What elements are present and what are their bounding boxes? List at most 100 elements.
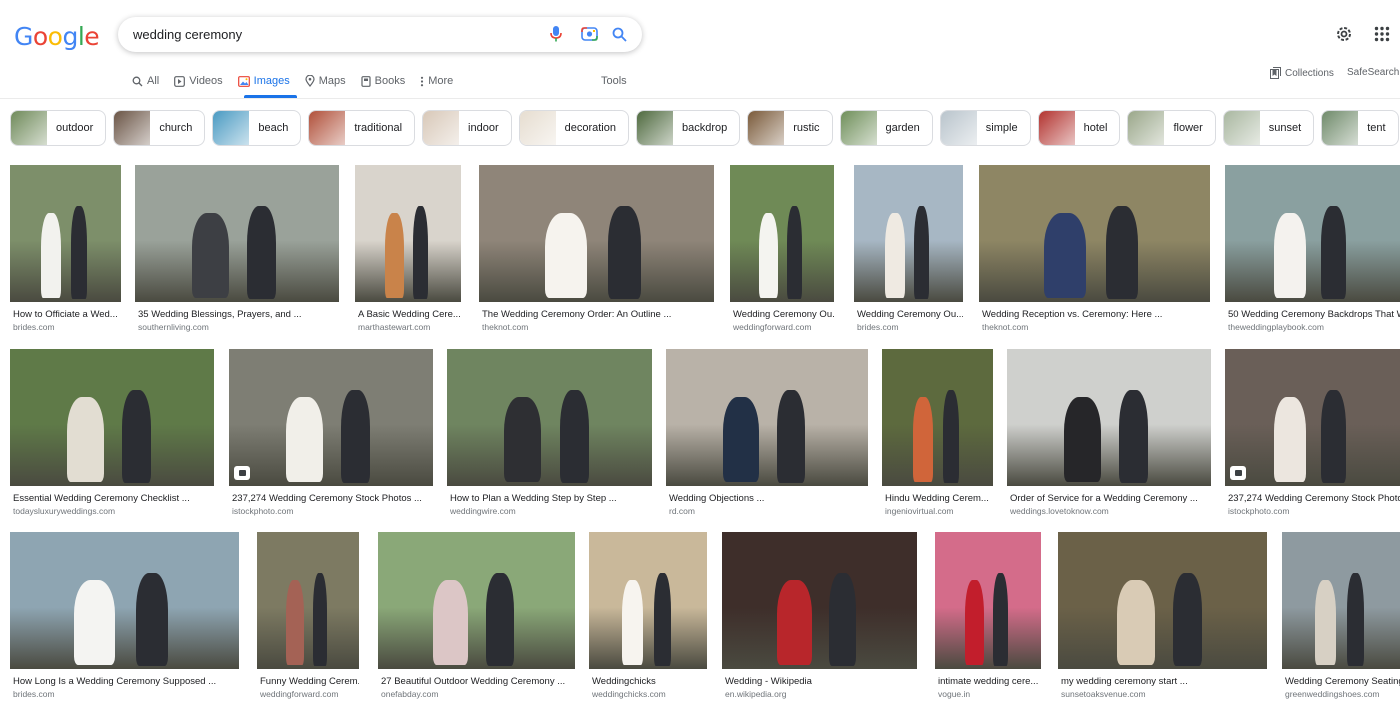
result-thumbnail[interactable] — [935, 532, 1041, 669]
tab-all[interactable]: All — [132, 73, 159, 89]
result-title[interactable]: How to Officiate a Wed... — [13, 309, 121, 320]
image-result[interactable]: 50 Wedding Ceremony Backdrops That W thew… — [1225, 165, 1400, 332]
result-thumbnail[interactable] — [257, 532, 359, 669]
chip-tent[interactable]: tent — [1321, 110, 1399, 146]
image-result[interactable]: Wedding Ceremony Ou... brides.com — [854, 165, 963, 332]
apps-grid-icon[interactable] — [1372, 24, 1392, 44]
image-result[interactable]: 237,274 Wedding Ceremony Stock Photos ..… — [229, 349, 433, 516]
image-result[interactable]: How Long Is a Wedding Ceremony Supposed … — [10, 532, 239, 699]
image-result[interactable]: 237,274 Wedding Ceremony Stock Photo isto… — [1225, 349, 1400, 516]
mic-icon[interactable] — [546, 24, 566, 44]
result-title[interactable]: How to Plan a Wedding Step by Step ... — [450, 493, 652, 504]
result-thumbnail[interactable] — [447, 349, 652, 486]
image-result[interactable]: The Wedding Ceremony Order: An Outline .… — [479, 165, 714, 332]
chip-outdoor[interactable]: outdoor — [10, 110, 107, 146]
result-source[interactable]: en.wikipedia.org — [725, 689, 917, 699]
result-thumbnail[interactable] — [882, 349, 993, 486]
chip-decoration[interactable]: decoration — [518, 110, 629, 146]
result-source[interactable]: onefabday.com — [381, 689, 575, 699]
result-source[interactable]: brides.com — [13, 322, 121, 332]
result-title[interactable]: How Long Is a Wedding Ceremony Supposed … — [13, 676, 239, 687]
result-thumbnail[interactable] — [1225, 165, 1400, 302]
result-thumbnail[interactable] — [730, 165, 834, 302]
result-title[interactable]: Wedding Ceremony Ou... — [733, 309, 834, 320]
result-source[interactable]: theknot.com — [982, 322, 1210, 332]
settings-gear-icon[interactable] — [1334, 24, 1354, 44]
result-source[interactable]: weddingforward.com — [733, 322, 834, 332]
result-thumbnail[interactable] — [1058, 532, 1267, 669]
image-result[interactable]: Essential Wedding Ceremony Checklist ...… — [10, 349, 214, 516]
result-title[interactable]: Essential Wedding Ceremony Checklist ... — [13, 493, 214, 504]
result-source[interactable]: marthastewart.com — [358, 322, 461, 332]
chip-garden[interactable]: garden — [839, 110, 933, 146]
result-title[interactable]: Funny Wedding Cerem... — [260, 676, 359, 687]
result-thumbnail[interactable] — [229, 349, 433, 486]
tab-videos[interactable]: Videos — [174, 73, 223, 89]
result-source[interactable]: theknot.com — [482, 322, 714, 332]
result-source[interactable]: sunsetoaksvenue.com — [1061, 689, 1267, 699]
camera-lens-icon[interactable] — [579, 24, 599, 44]
image-result[interactable]: intimate wedding cere... vogue.in — [935, 532, 1041, 699]
chip-church[interactable]: church — [113, 110, 206, 146]
image-result[interactable]: Wedding Reception vs. Ceremony: Here ...… — [979, 165, 1210, 332]
result-thumbnail[interactable] — [479, 165, 714, 302]
result-thumbnail[interactable] — [1225, 349, 1400, 486]
search-box[interactable]: wedding ceremony — [118, 17, 642, 52]
result-source[interactable]: todaysluxuryweddings.com — [13, 506, 214, 516]
result-thumbnail[interactable] — [1282, 532, 1400, 669]
result-thumbnail[interactable] — [722, 532, 917, 669]
image-result[interactable]: Wedding Ceremony Seating greenweddingshoe… — [1282, 532, 1400, 699]
chip-simple[interactable]: simple — [939, 110, 1031, 146]
result-source[interactable]: weddingchicks.com — [592, 689, 707, 699]
tab-more[interactable]: More — [420, 73, 453, 89]
result-thumbnail[interactable] — [10, 532, 239, 669]
result-title[interactable]: A Basic Wedding Cere... — [358, 309, 461, 320]
tab-images[interactable]: Images — [237, 73, 290, 89]
result-title[interactable]: my wedding ceremony start ... — [1061, 676, 1267, 687]
image-result[interactable]: Hindu Wedding Cerem... ingeniovirtual.com — [882, 349, 993, 516]
result-title[interactable]: 50 Wedding Ceremony Backdrops That W — [1228, 309, 1400, 320]
image-result[interactable]: How to Officiate a Wed... brides.com — [10, 165, 121, 332]
result-title[interactable]: Wedding Ceremony Ou... — [857, 309, 963, 320]
result-source[interactable]: brides.com — [13, 689, 239, 699]
result-source[interactable]: weddings.lovetoknow.com — [1010, 506, 1211, 516]
image-result[interactable]: Wedding - Wikipedia en.wikipedia.org — [722, 532, 917, 699]
result-source[interactable]: weddingwire.com — [450, 506, 652, 516]
result-title[interactable]: 35 Wedding Blessings, Prayers, and ... — [138, 309, 339, 320]
image-result[interactable]: Wedding Objections ... rd.com — [666, 349, 868, 516]
result-thumbnail[interactable] — [979, 165, 1210, 302]
result-thumbnail[interactable] — [10, 165, 121, 302]
result-source[interactable]: greenweddingshoes.com — [1285, 689, 1400, 699]
result-source[interactable]: rd.com — [669, 506, 868, 516]
image-result[interactable]: 27 Beautiful Outdoor Wedding Ceremony ..… — [378, 532, 575, 699]
result-source[interactable]: brides.com — [857, 322, 963, 332]
chip-traditional[interactable]: traditional — [308, 110, 416, 146]
result-thumbnail[interactable] — [1007, 349, 1211, 486]
result-source[interactable]: southernliving.com — [138, 322, 339, 332]
result-title[interactable]: intimate wedding cere... — [938, 676, 1041, 687]
chip-beach[interactable]: beach — [212, 110, 302, 146]
result-title[interactable]: Order of Service for a Wedding Ceremony … — [1010, 493, 1211, 504]
result-title[interactable]: 27 Beautiful Outdoor Wedding Ceremony ..… — [381, 676, 575, 687]
result-thumbnail[interactable] — [355, 165, 461, 302]
result-thumbnail[interactable] — [135, 165, 339, 302]
result-title[interactable]: Wedding - Wikipedia — [725, 676, 917, 687]
result-thumbnail[interactable] — [378, 532, 575, 669]
result-title[interactable]: Wedding Reception vs. Ceremony: Here ... — [982, 309, 1210, 320]
result-thumbnail[interactable] — [10, 349, 214, 486]
chip-flower[interactable]: flower — [1127, 110, 1216, 146]
result-title[interactable]: Wedding Ceremony Seating — [1285, 676, 1400, 687]
search-input[interactable]: wedding ceremony — [133, 27, 242, 42]
image-result[interactable]: Funny Wedding Cerem... weddingforward.com — [257, 532, 359, 699]
image-result[interactable]: Weddingchicks weddingchicks.com — [589, 532, 707, 699]
chip-indoor[interactable]: indoor — [422, 110, 512, 146]
search-icon[interactable] — [609, 24, 629, 44]
safesearch-link[interactable]: SafeSearch — [1347, 67, 1399, 78]
result-title[interactable]: Wedding Objections ... — [669, 493, 868, 504]
result-thumbnail[interactable] — [854, 165, 963, 302]
result-title[interactable]: The Wedding Ceremony Order: An Outline .… — [482, 309, 714, 320]
image-result[interactable]: Order of Service for a Wedding Ceremony … — [1007, 349, 1211, 516]
result-title[interactable]: Weddingchicks — [592, 676, 707, 687]
tools-button[interactable]: Tools — [601, 75, 627, 87]
image-result[interactable]: my wedding ceremony start ... sunsetoaksv… — [1058, 532, 1267, 699]
